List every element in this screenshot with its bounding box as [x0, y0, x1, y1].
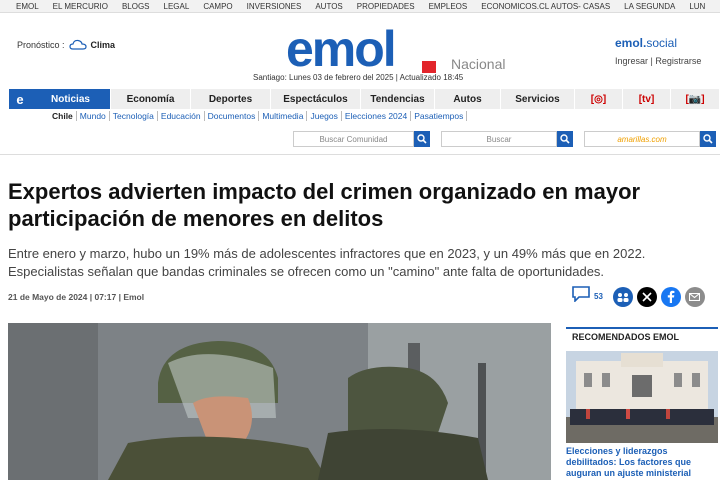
top-link[interactable]: ECONOMICOS.CL AUTOS- CASAS: [481, 2, 610, 11]
logo-text: emol: [286, 21, 397, 77]
top-link[interactable]: PROPIEDADES: [357, 2, 415, 11]
search-icon[interactable]: [700, 131, 716, 147]
top-link[interactable]: BLOGS: [122, 2, 150, 11]
nav-item-espectaculos[interactable]: Espectáculos: [271, 89, 361, 109]
login-link[interactable]: Ingresar: [615, 56, 648, 66]
article-meta: 21 de Mayo de 2024 | 07:17 | Emol: [8, 292, 145, 302]
main-nav: e Noticias Economía Deportes Espectáculo…: [9, 89, 720, 109]
search-icon[interactable]: [557, 131, 573, 147]
emol-social-logo[interactable]: emol.social: [615, 36, 677, 50]
tv-icon[interactable]: [tv]: [623, 89, 671, 109]
date-line: Santiago: Lunes 03 de febrero del 2025 |…: [253, 73, 464, 82]
recommended-caption[interactable]: Elecciones y liderazgos debilitados: Los…: [566, 446, 718, 479]
logo-dot: [422, 61, 436, 73]
article-lead: Entre enero y marzo, hubo un 19% más de …: [8, 246, 646, 279]
search-icon[interactable]: [414, 131, 430, 147]
top-link[interactable]: LA SEGUNDA: [624, 2, 675, 11]
email-share-icon[interactable]: [684, 286, 705, 307]
nav-item-autos[interactable]: Autos: [435, 89, 501, 109]
comment-icon[interactable]: [572, 286, 590, 307]
social-brand-b: social: [646, 36, 678, 50]
article-headline: Expertos advierten impacto del crimen or…: [8, 179, 641, 231]
subnav-item[interactable]: Elecciones 2024: [342, 111, 412, 121]
nav-item-noticias[interactable]: Noticias: [31, 89, 111, 109]
recommended-photo[interactable]: [566, 351, 718, 443]
top-link[interactable]: LUN: [689, 2, 705, 11]
social-brand-a: emol.: [615, 36, 647, 50]
camera-icon[interactable]: [📷]: [671, 89, 720, 109]
facebook-share-icon[interactable]: [660, 286, 681, 307]
general-search-input[interactable]: Buscar: [441, 131, 557, 147]
top-link[interactable]: LEGAL: [164, 2, 190, 11]
nav-item-servicios[interactable]: Servicios: [501, 89, 575, 109]
nav-home-logo[interactable]: e: [9, 89, 31, 109]
weather-widget[interactable]: Pronóstico : Clima: [17, 39, 115, 51]
x-share-icon[interactable]: [636, 286, 657, 307]
radio-icon[interactable]: [◎]: [575, 89, 623, 109]
community-search-input[interactable]: Buscar Comunidad: [293, 131, 414, 147]
section-name: Nacional: [451, 56, 506, 72]
recommended-title: RECOMENDADOS EMOL: [566, 327, 718, 343]
amarillas-search-input[interactable]: amarillas.com: [584, 131, 700, 147]
subnav-item[interactable]: Multimedia: [259, 111, 308, 121]
login-links: Ingresar | Registrarse: [615, 56, 702, 66]
weather-label: Pronóstico :: [17, 40, 65, 50]
subnav-item[interactable]: Juegos: [307, 111, 342, 121]
palace-photo-illustration: [566, 351, 718, 443]
general-search: Buscar: [441, 131, 573, 147]
subnav-item[interactable]: Educación: [158, 111, 205, 121]
nav-item-tendencias[interactable]: Tendencias: [361, 89, 435, 109]
subnav-item[interactable]: Documentos: [205, 111, 260, 121]
community-search: Buscar Comunidad: [293, 131, 430, 147]
weather-value: Clima: [90, 40, 116, 50]
top-link[interactable]: INVERSIONES: [247, 2, 302, 11]
top-link[interactable]: EMOL: [16, 2, 39, 11]
top-link[interactable]: AUTOS: [315, 2, 342, 11]
subnav-item[interactable]: Tecnología: [110, 111, 158, 121]
nav-item-deportes[interactable]: Deportes: [191, 89, 271, 109]
share-bar: 53: [572, 286, 705, 307]
register-link[interactable]: Registrarse: [655, 56, 701, 66]
divider: [0, 154, 720, 155]
article-photo[interactable]: [8, 323, 551, 480]
community-share-icon[interactable]: [612, 286, 633, 307]
cloud-icon: [68, 39, 87, 51]
subnav-item[interactable]: Pasatiempos: [411, 111, 468, 121]
site-header: Pronóstico : Clima emol Nacional Santiag…: [0, 14, 720, 88]
top-link[interactable]: CAMPO: [203, 2, 232, 11]
nav-item-economia[interactable]: Economía: [111, 89, 191, 109]
sub-nav: Chile Mundo Tecnología Educación Documen…: [52, 111, 468, 121]
comment-count[interactable]: 53: [594, 292, 603, 301]
subnav-item[interactable]: Mundo: [77, 111, 110, 121]
police-photo-illustration: [8, 323, 551, 480]
top-link[interactable]: EMPLEOS: [429, 2, 468, 11]
amarillas-search: amarillas.com: [584, 131, 716, 147]
top-link[interactable]: EL MERCURIO: [53, 2, 108, 11]
top-links-bar: EMOL EL MERCURIO BLOGS LEGAL CAMPO INVER…: [0, 0, 720, 13]
subnav-item-chile[interactable]: Chile: [52, 111, 77, 121]
